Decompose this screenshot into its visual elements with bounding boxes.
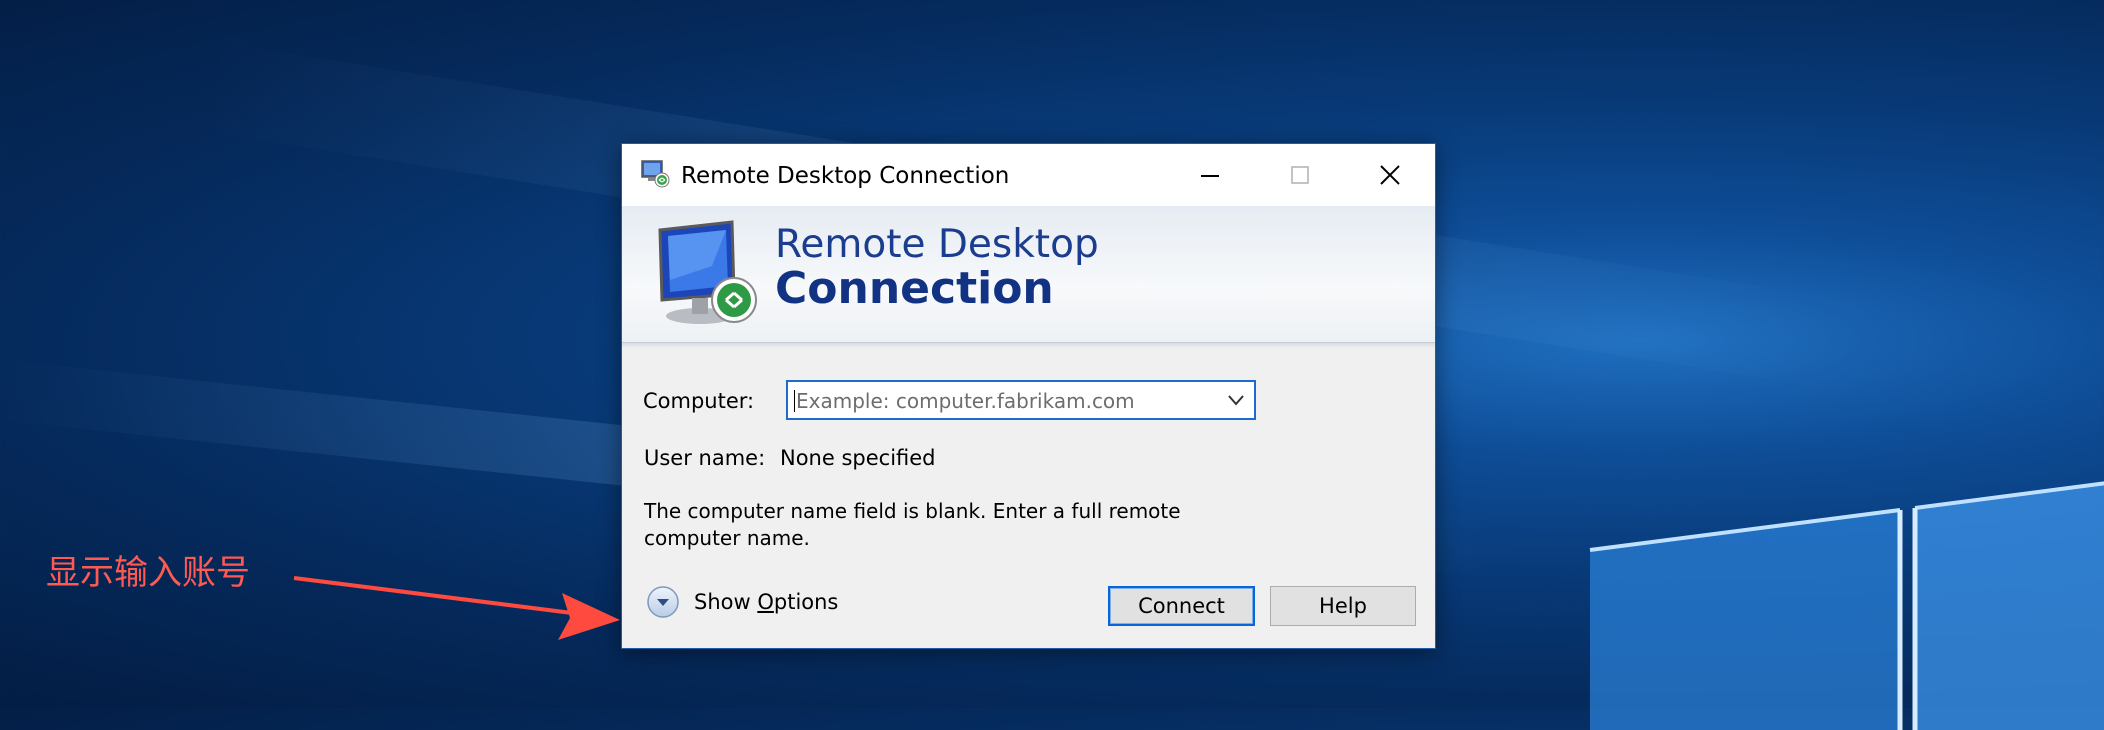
close-button[interactable] (1345, 144, 1435, 206)
banner-divider (622, 343, 1435, 348)
minimize-button[interactable] (1165, 144, 1255, 206)
show-options-button[interactable]: Show Options (646, 585, 838, 619)
chevron-down-icon[interactable] (1226, 392, 1246, 408)
remote-desktop-icon (641, 160, 670, 188)
remote-desktop-dialog: Remote Desktop Connection Remote Desktop… (621, 143, 1436, 649)
annotation-text: 显示输入账号 (46, 553, 250, 593)
expand-circle-icon (647, 586, 679, 618)
username-label: User name: (644, 446, 766, 470)
title-bar[interactable]: Remote Desktop Connection (622, 144, 1435, 206)
computer-label: Computer: (643, 389, 755, 413)
maximize-icon (1291, 166, 1309, 184)
username-value: None specified (780, 446, 936, 470)
text-caret (794, 390, 795, 412)
show-options-label: Show Options (694, 590, 839, 614)
computer-input[interactable] (794, 386, 1218, 416)
annotation-arrow (293, 576, 620, 640)
monitor-icon (658, 220, 757, 324)
minimize-icon (1201, 175, 1219, 177)
banner-title-line1: Remote Desktop (775, 222, 1099, 267)
window-title: Remote Desktop Connection (681, 163, 1010, 189)
status-message: The computer name field is blank. Enter … (644, 499, 1181, 550)
help-button[interactable]: Help (1270, 586, 1416, 626)
computer-combobox[interactable] (786, 380, 1256, 420)
windows-logo (1589, 481, 2104, 730)
banner-title-line2: Connection (775, 263, 1054, 314)
maximize-button (1255, 144, 1345, 206)
close-icon (1380, 165, 1400, 185)
header-banner: Remote Desktop Connection (622, 206, 1435, 348)
connect-button[interactable]: Connect (1108, 586, 1255, 626)
